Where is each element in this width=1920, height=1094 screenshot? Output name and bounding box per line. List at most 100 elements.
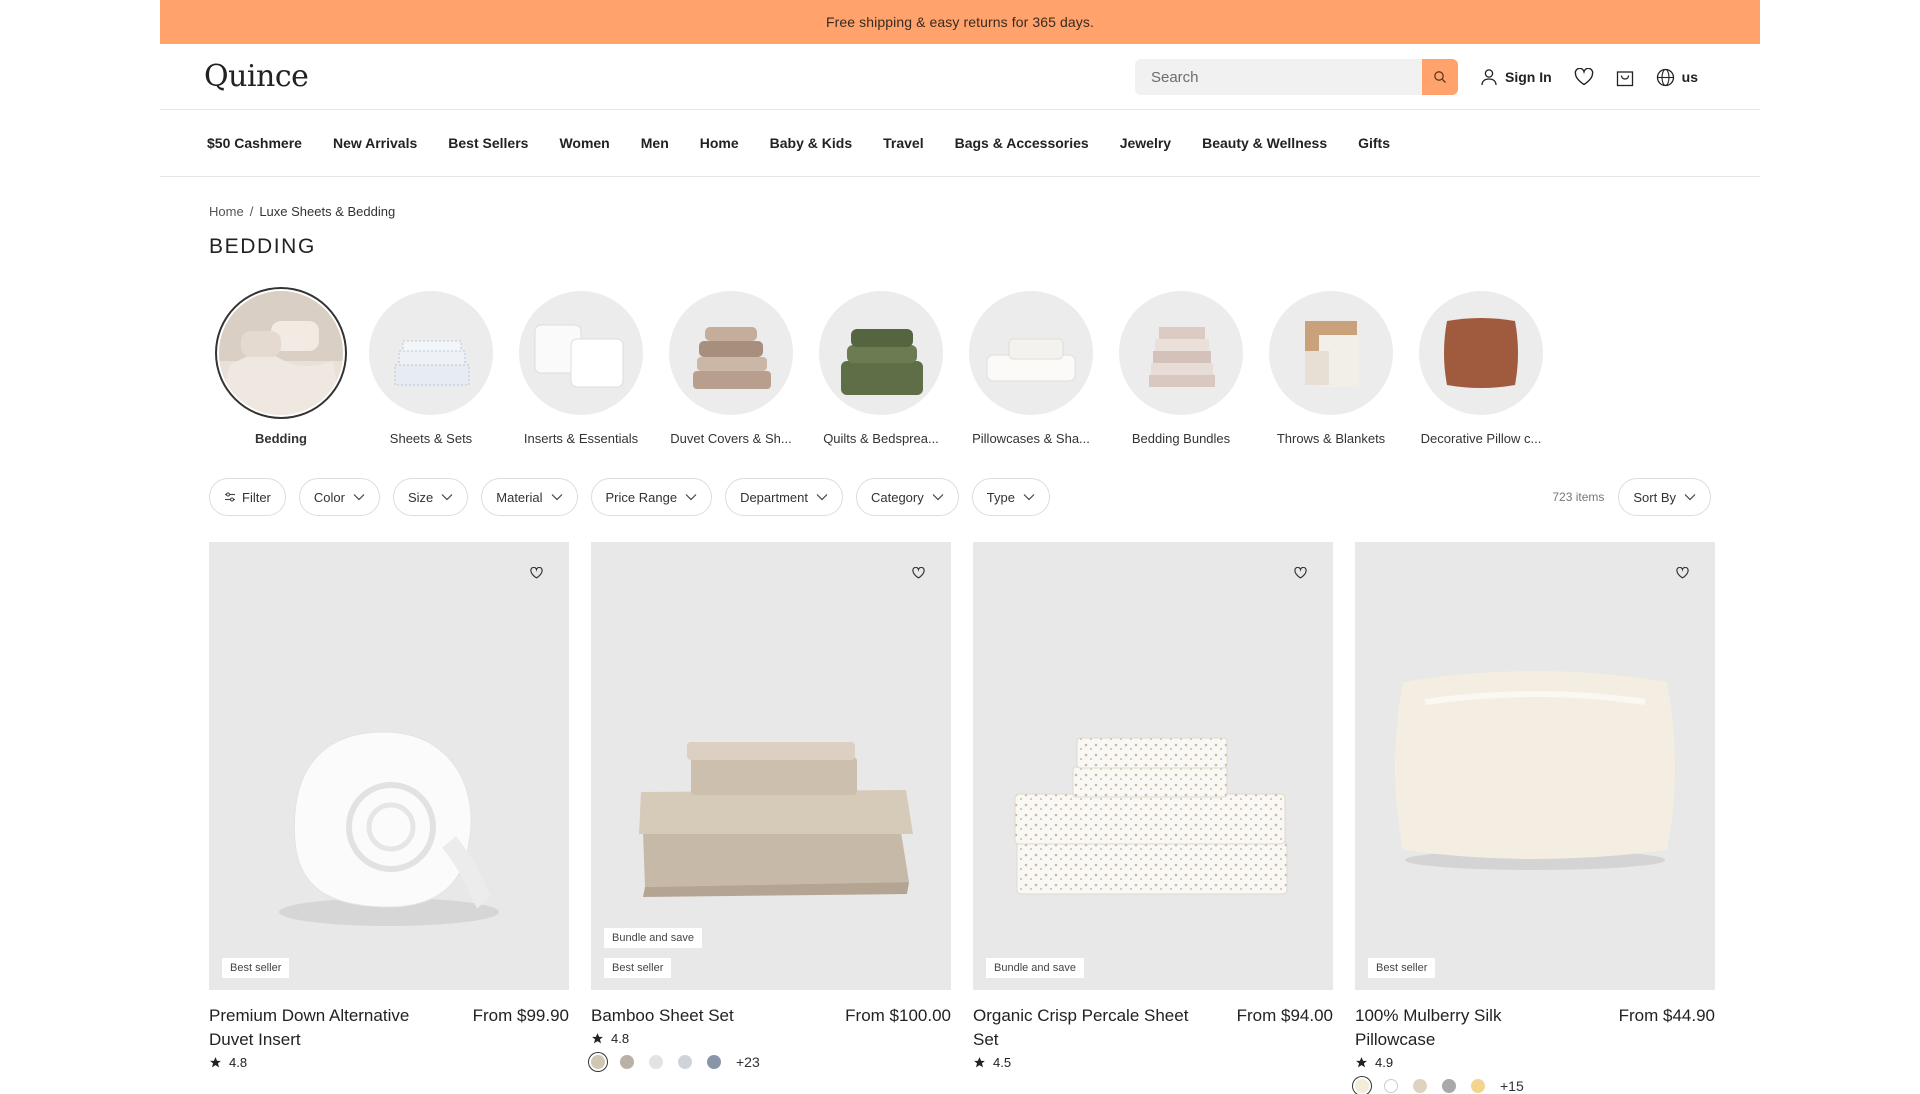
nav-item[interactable]: Baby & Kids <box>770 135 852 151</box>
filter-department[interactable]: Department <box>725 478 843 516</box>
search-button[interactable] <box>1421 59 1458 95</box>
filter-category[interactable]: Category <box>855 478 959 516</box>
nav-item[interactable]: Bags & Accessories <box>955 135 1089 151</box>
product-image[interactable]: Bundle and save <box>973 542 1333 990</box>
heart-icon <box>912 566 925 579</box>
color-swatch[interactable] <box>591 1055 605 1069</box>
main-nav: $50 Cashmere New Arrivals Best Sellers W… <box>160 110 1760 177</box>
color-swatch[interactable] <box>649 1055 663 1069</box>
heart-icon <box>1574 68 1593 86</box>
product-image[interactable]: Best seller <box>1355 542 1715 990</box>
results-tools: 723 items Sort By <box>1552 478 1711 516</box>
nav-item[interactable]: Beauty & Wellness <box>1202 135 1327 151</box>
product-info: 100% Mulberry Silk Pillowcase From $44.9… <box>1355 1004 1715 1052</box>
product-price: From $94.00 <box>1236 1006 1333 1025</box>
sort-dropdown[interactable]: Sort By <box>1618 478 1711 516</box>
category-duvet-covers[interactable]: Duvet Covers & Sh... <box>656 291 806 446</box>
product-rating: 4.5 <box>973 1055 1333 1070</box>
nav-item[interactable]: $50 Cashmere <box>207 135 302 151</box>
product-image[interactable]: Best seller <box>209 542 569 990</box>
category-label: Bedding Bundles <box>1131 431 1231 446</box>
more-colors[interactable]: +15 <box>1500 1078 1524 1094</box>
color-swatch[interactable] <box>707 1055 721 1069</box>
star-icon <box>1356 1057 1367 1068</box>
color-swatch[interactable] <box>1384 1079 1398 1093</box>
category-throws[interactable]: Throws & Blankets <box>1256 291 1406 446</box>
heart-icon <box>1676 566 1689 579</box>
breadcrumb-home[interactable]: Home <box>209 204 244 219</box>
nav-item[interactable]: Best Sellers <box>448 135 528 151</box>
color-swatch[interactable] <box>1471 1079 1485 1093</box>
chevron-down-icon <box>353 494 365 501</box>
color-swatch[interactable] <box>1442 1079 1456 1093</box>
filter-type[interactable]: Type <box>971 478 1050 516</box>
region-selector[interactable]: us <box>1656 68 1698 87</box>
nav-item[interactable]: Jewelry <box>1120 135 1171 151</box>
filter-size[interactable]: Size <box>392 478 469 516</box>
category-label: Sheets & Sets <box>389 431 473 446</box>
category-bundles[interactable]: Bedding Bundles <box>1106 291 1256 446</box>
category-inserts[interactable]: Inserts & Essentials <box>506 291 656 446</box>
wishlist-toggle[interactable] <box>912 566 925 584</box>
rating-value: 4.8 <box>229 1055 248 1070</box>
filter-label: Category <box>870 489 924 505</box>
category-label: Decorative Pillow c... <box>1420 431 1542 446</box>
product-info: Bamboo Sheet Set From $100.00 <box>591 1004 951 1028</box>
badge-stack: Best seller <box>1368 948 1436 978</box>
category-sheets[interactable]: Sheets & Sets <box>356 291 506 446</box>
color-swatch[interactable] <box>620 1055 634 1069</box>
wishlist-toggle[interactable] <box>1294 566 1307 584</box>
color-swatch[interactable] <box>1355 1079 1369 1093</box>
nav-item[interactable]: Men <box>641 135 669 151</box>
wishlist-toggle[interactable] <box>530 566 543 584</box>
product-name[interactable]: 100% Mulberry Silk Pillowcase <box>1355 1004 1585 1052</box>
promo-text: Free shipping & easy returns for 365 day… <box>825 14 1094 30</box>
chevron-down-icon <box>816 494 828 501</box>
filter-price-range[interactable]: Price Range <box>590 478 713 516</box>
product-card[interactable]: Best seller Premium Down Alternative Duv… <box>209 542 569 1094</box>
category-bedding[interactable]: Bedding <box>206 291 356 446</box>
nav-item[interactable]: Travel <box>883 135 923 151</box>
sign-in-link[interactable]: Sign In <box>1480 68 1552 86</box>
filter-button[interactable]: Filter <box>209 478 286 516</box>
filter-color[interactable]: Color <box>298 478 380 516</box>
color-swatch[interactable] <box>678 1055 692 1069</box>
product-card[interactable]: Best seller 100% Mulberry Silk Pillowcas… <box>1355 542 1715 1094</box>
search-box <box>1134 59 1458 95</box>
breadcrumb: Home / Luxe Sheets & Bedding <box>209 204 395 219</box>
category-quilts[interactable]: Quilts & Bedsprea... <box>806 291 956 446</box>
wishlist-toggle[interactable] <box>1676 566 1689 584</box>
category-label: Quilts & Bedsprea... <box>823 431 939 446</box>
cart-button[interactable] <box>1616 68 1634 87</box>
product-info: Organic Crisp Percale Sheet Set From $94… <box>973 1004 1333 1052</box>
product-name[interactable]: Premium Down Alternative Duvet Insert <box>209 1004 439 1052</box>
nav-item[interactable]: Women <box>559 135 609 151</box>
product-card[interactable]: Bundle and save Organic Crisp Percale Sh… <box>973 542 1333 1094</box>
logo[interactable]: Quince <box>204 59 309 94</box>
product-card[interactable]: Bundle and save Best seller Bamboo Sheet… <box>591 542 951 1094</box>
globe-icon <box>1656 68 1674 86</box>
more-colors[interactable]: +23 <box>736 1054 760 1070</box>
category-pillowcases[interactable]: Pillowcases & Sha... <box>956 291 1106 446</box>
product-rating: 4.8 <box>209 1055 569 1070</box>
filter-label: Price Range <box>605 489 678 505</box>
product-name[interactable]: Bamboo Sheet Set <box>591 1004 734 1028</box>
bundle-badge: Bundle and save <box>986 958 1084 978</box>
filter-material[interactable]: Material <box>481 478 578 516</box>
filter-bar: Filter Color Size Material Price Range D… <box>209 478 1063 516</box>
nav-item[interactable]: Home <box>700 135 739 151</box>
badge-stack: Best seller <box>222 948 290 978</box>
category-image <box>1419 291 1543 415</box>
nav-item[interactable]: New Arrivals <box>333 135 417 151</box>
product-image[interactable]: Bundle and save Best seller <box>591 542 951 990</box>
rating-value: 4.9 <box>1375 1055 1394 1070</box>
category-carousel: Bedding Sheets & Sets Inserts & Essentia… <box>206 291 1556 446</box>
nav-item[interactable]: Gifts <box>1358 135 1390 151</box>
category-decorative-pillows[interactable]: Decorative Pillow c... <box>1406 291 1556 446</box>
search-input[interactable] <box>1134 59 1422 95</box>
color-swatch[interactable] <box>1413 1079 1427 1093</box>
product-name[interactable]: Organic Crisp Percale Sheet Set <box>973 1004 1203 1052</box>
wishlist-button[interactable] <box>1574 68 1594 86</box>
category-image <box>669 291 793 415</box>
bag-icon <box>1616 70 1633 86</box>
